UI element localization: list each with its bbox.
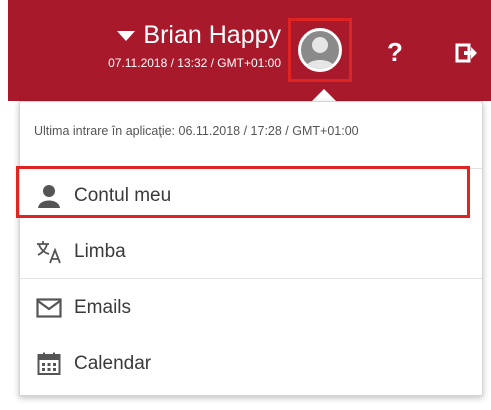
menu-item-label: Emails: [74, 297, 132, 318]
user-name-toggle[interactable]: Brian Happy: [108, 20, 281, 50]
dropdown-pointer: [312, 89, 336, 101]
divider: [20, 278, 482, 279]
help-icon[interactable]: ?: [387, 38, 403, 66]
menu-item-emails[interactable]: Emails: [20, 280, 482, 336]
menu-item-label: Limba: [74, 241, 126, 262]
logout-icon[interactable]: [455, 42, 477, 69]
calendar-icon: [36, 351, 62, 377]
menu-item-language[interactable]: Limba: [20, 224, 482, 280]
envelope-icon: [36, 295, 62, 321]
avatar-button[interactable]: [288, 18, 352, 82]
menu-item-label: Calendar: [74, 353, 152, 374]
user-info[interactable]: Brian Happy 07.11.2018 / 13:32 / GMT+01:…: [108, 20, 281, 70]
menu-item-account[interactable]: Contul meu: [20, 168, 482, 224]
avatar: [298, 28, 342, 72]
user-datetime: 07.11.2018 / 13:32 / GMT+01:00: [108, 56, 281, 70]
user-icon: [36, 183, 62, 209]
top-header: Brian Happy 07.11.2018 / 13:32 / GMT+01:…: [8, 0, 491, 101]
user-silhouette-icon: [305, 37, 335, 69]
translate-icon: [36, 239, 62, 265]
menu-item-calendar[interactable]: Calendar: [20, 336, 482, 392]
user-name: Brian Happy: [143, 21, 281, 49]
account-dropdown: Ultima intrare în aplicaţie: 06.11.2018 …: [19, 101, 483, 396]
last-login-text: Ultima intrare în aplicaţie: 06.11.2018 …: [34, 124, 359, 138]
caret-down-icon: [117, 31, 136, 41]
menu-item-label: Contul meu: [74, 185, 172, 206]
